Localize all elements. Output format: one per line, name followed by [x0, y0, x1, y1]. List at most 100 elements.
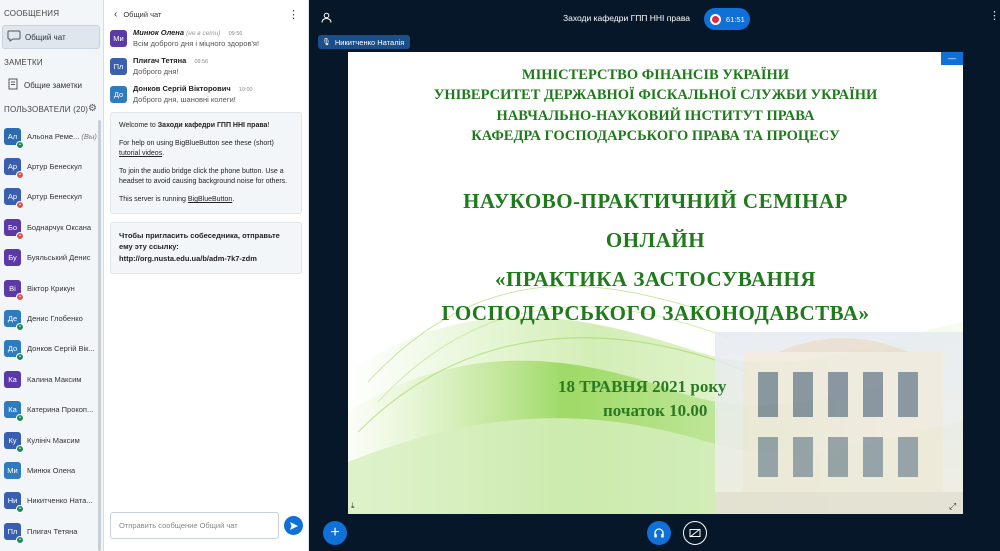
help-text: For help on using BigBlueButton see thes…: [119, 140, 274, 147]
user-list-item[interactable]: Ни • Никитченко Ната...: [0, 486, 100, 516]
minimize-presentation-button[interactable]: —: [941, 52, 963, 65]
user-name: Никитченко Ната...: [27, 496, 99, 505]
server-text: This server is running: [119, 196, 186, 203]
user-list-item[interactable]: Ка Калина Максим: [0, 364, 100, 394]
avatar: Ка •: [4, 401, 24, 423]
plus-icon[interactable]: +: [323, 521, 347, 545]
message-time: 10:00: [238, 87, 253, 93]
user-list-item[interactable]: Бу Буяльський Денис: [0, 243, 100, 273]
avatar: Ми: [4, 461, 21, 479]
avatar: Пл •: [4, 522, 24, 544]
bigbluebutton-link[interactable]: BigBlueButton: [188, 196, 232, 203]
chevron-left-icon[interactable]: ‹: [114, 9, 117, 20]
user-name-text: Катерина Прокоп...: [27, 405, 94, 415]
user-name-text: Денис Глобенко: [27, 314, 83, 324]
avatar-initials: До: [7, 344, 18, 354]
avatar-initials: Ві: [9, 283, 16, 293]
microphone-status-icon: •: [16, 292, 24, 301]
avatar-initials: Пл: [113, 62, 124, 71]
avatar-initials: Ал: [7, 131, 18, 141]
public-chat-button[interactable]: Общий чат: [2, 25, 100, 49]
download-icon[interactable]: ⤓: [351, 501, 355, 511]
user-name: Калина Максим: [27, 375, 99, 384]
tutorial-videos-link[interactable]: tutorial videos: [119, 150, 162, 157]
notes-icon: [2, 78, 24, 93]
gear-icon[interactable]: ⚙: [88, 103, 97, 114]
slide-header-1: МІНІСТЕРСТВО ФІНАНСІВ УКРАЇНИ: [521, 67, 790, 83]
shared-notes-button[interactable]: Общие заметки: [2, 73, 100, 97]
avatar-initials: Бо: [7, 222, 18, 232]
user-name-text: Донков Сергій Вік...: [27, 344, 95, 354]
chat-message: До Донков Сергій Вікторович 10:00 Доброг…: [104, 84, 308, 104]
user-list-item[interactable]: Ал • Альона Реме... (Вы): [0, 121, 100, 151]
chat-message-input[interactable]: Отправить сообщение Общий чат: [110, 512, 279, 539]
user-name: Альона Реме... (Вы): [27, 132, 99, 141]
avatar: Ар •: [4, 188, 24, 210]
presentation-area: Заходи кафедри ГПП ННІ права 61:51 ⋮ 🎙 Н…: [309, 0, 1000, 551]
avatar: Ми: [110, 30, 127, 47]
chat-message-header: Плигач Тетяна 09:56: [133, 56, 208, 65]
public-chat-label: Общий чат: [25, 32, 66, 42]
invite-link[interactable]: http://org.nusta.edu.ua/b/adm-7k7-zdm: [119, 254, 293, 265]
user-toggle-icon[interactable]: [321, 12, 333, 24]
avatar: Ар •: [4, 158, 24, 180]
avatar: Ка: [4, 370, 21, 388]
user-list-item[interactable]: Ку • Кулініч Максим: [0, 425, 100, 455]
microphone-status-icon: •: [16, 505, 24, 514]
user-list-item[interactable]: Де • Денис Глобенко: [0, 303, 100, 333]
microphone-status-icon: •: [16, 535, 24, 544]
slide-title-4: ГОСПОДАРСЬКОГО ЗАКОНОДАВСТВА»: [441, 301, 870, 325]
users-section-title: ПОЛЬЗОВАТЕЛИ (20): [4, 105, 89, 114]
notes-section-title: ЗАМЕТКИ: [4, 58, 43, 67]
slide-header-3: НАВЧАЛЬНО-НАУКОВИЙ ІНСТИТУТ ПРАВА: [496, 108, 815, 124]
chat-title[interactable]: Общий чат: [123, 10, 161, 19]
avatar: Бо •: [4, 218, 24, 240]
recording-indicator[interactable]: 61:51: [704, 8, 750, 30]
screen-share-off-icon[interactable]: [683, 521, 707, 545]
user-list-item[interactable]: Ар • Артур Бенескул: [0, 182, 100, 212]
microphone-status-icon: •: [16, 444, 24, 453]
fullscreen-icon[interactable]: ⤢: [949, 501, 956, 512]
offline-status: (не в сети): [186, 30, 221, 37]
user-list-item[interactable]: Ар • Артур Бенескул: [0, 151, 100, 181]
options-menu-icon[interactable]: ⋮: [989, 9, 1000, 22]
headset-icon[interactable]: [647, 521, 671, 545]
sender-name: Донков Сергій Вікторович: [133, 84, 231, 93]
avatar-initials: Ни: [7, 496, 18, 506]
chat-messages: Ми Минюк Олена (не в сети) 09:56 Всім до…: [104, 28, 308, 104]
welcome-prefix: Welcome to: [119, 122, 156, 129]
slide-start-time: початок 10.00: [603, 401, 708, 420]
send-message-button[interactable]: [284, 516, 303, 535]
presentation-slide: — МІНІСТЕРСТВО ФІНАНСІВ УКРАЇНИ УНІВЕРСИ…: [348, 52, 963, 514]
user-list-item[interactable]: Бо • Боднарчук Оксана: [0, 212, 100, 242]
user-name: Артур Бенескул: [27, 162, 99, 171]
slide-title-1: НАУКОВО-ПРАКТИЧНИЙ СЕМІНАР: [463, 189, 848, 213]
chat-options-icon[interactable]: ⋮: [288, 8, 299, 21]
slide-date: 18 ТРАВНЯ 2021 року: [558, 377, 727, 396]
user-list-item[interactable]: Пл • Плигач Тетяна: [0, 516, 100, 546]
users-scrollbar[interactable]: [98, 120, 101, 551]
send-icon: [289, 521, 298, 530]
user-list-item[interactable]: Ка • Катерина Прокоп...: [0, 395, 100, 425]
welcome-message: Welcome to Заходи кафедри ГПП ННІ права!…: [110, 112, 302, 214]
talker-name: Никитченко Наталія: [334, 37, 405, 47]
audio-bridge-text: To join the audio bridge click the phone…: [119, 168, 288, 185]
messages-section-title: СООБЩЕНИЯ: [4, 9, 60, 18]
chat-bubble-icon: [3, 30, 25, 45]
user-list-item[interactable]: Ми Минюк Олена: [0, 455, 100, 485]
message-time: 09:56: [228, 31, 243, 37]
user-list-item[interactable]: Ві • Віктор Крикун: [0, 273, 100, 303]
avatar-initials: Ар: [7, 162, 18, 172]
sender-name: Плигач Тетяна: [133, 56, 187, 65]
user-name: Віктор Крикун: [27, 284, 99, 293]
user-list-item[interactable]: До • Донков Сергій Вік...: [0, 334, 100, 364]
microphone-status-icon: •: [16, 323, 24, 332]
user-name-text: Артур Бенескул: [27, 162, 82, 172]
invite-text: Чтобы пригласить собеседника, отправьте …: [119, 231, 280, 251]
chat-message-body: Донков Сергій Вікторович 10:00 Доброго д…: [133, 84, 253, 104]
user-name: Плигач Тетяна: [27, 527, 99, 536]
message-text: Всім доброго дня і міцного здоров'я!: [133, 39, 260, 48]
talking-indicator[interactable]: 🎙 Никитченко Наталія: [318, 35, 411, 49]
user-name-text: Боднарчук Оксана: [27, 222, 92, 232]
user-name: Катерина Прокоп...: [27, 405, 99, 414]
